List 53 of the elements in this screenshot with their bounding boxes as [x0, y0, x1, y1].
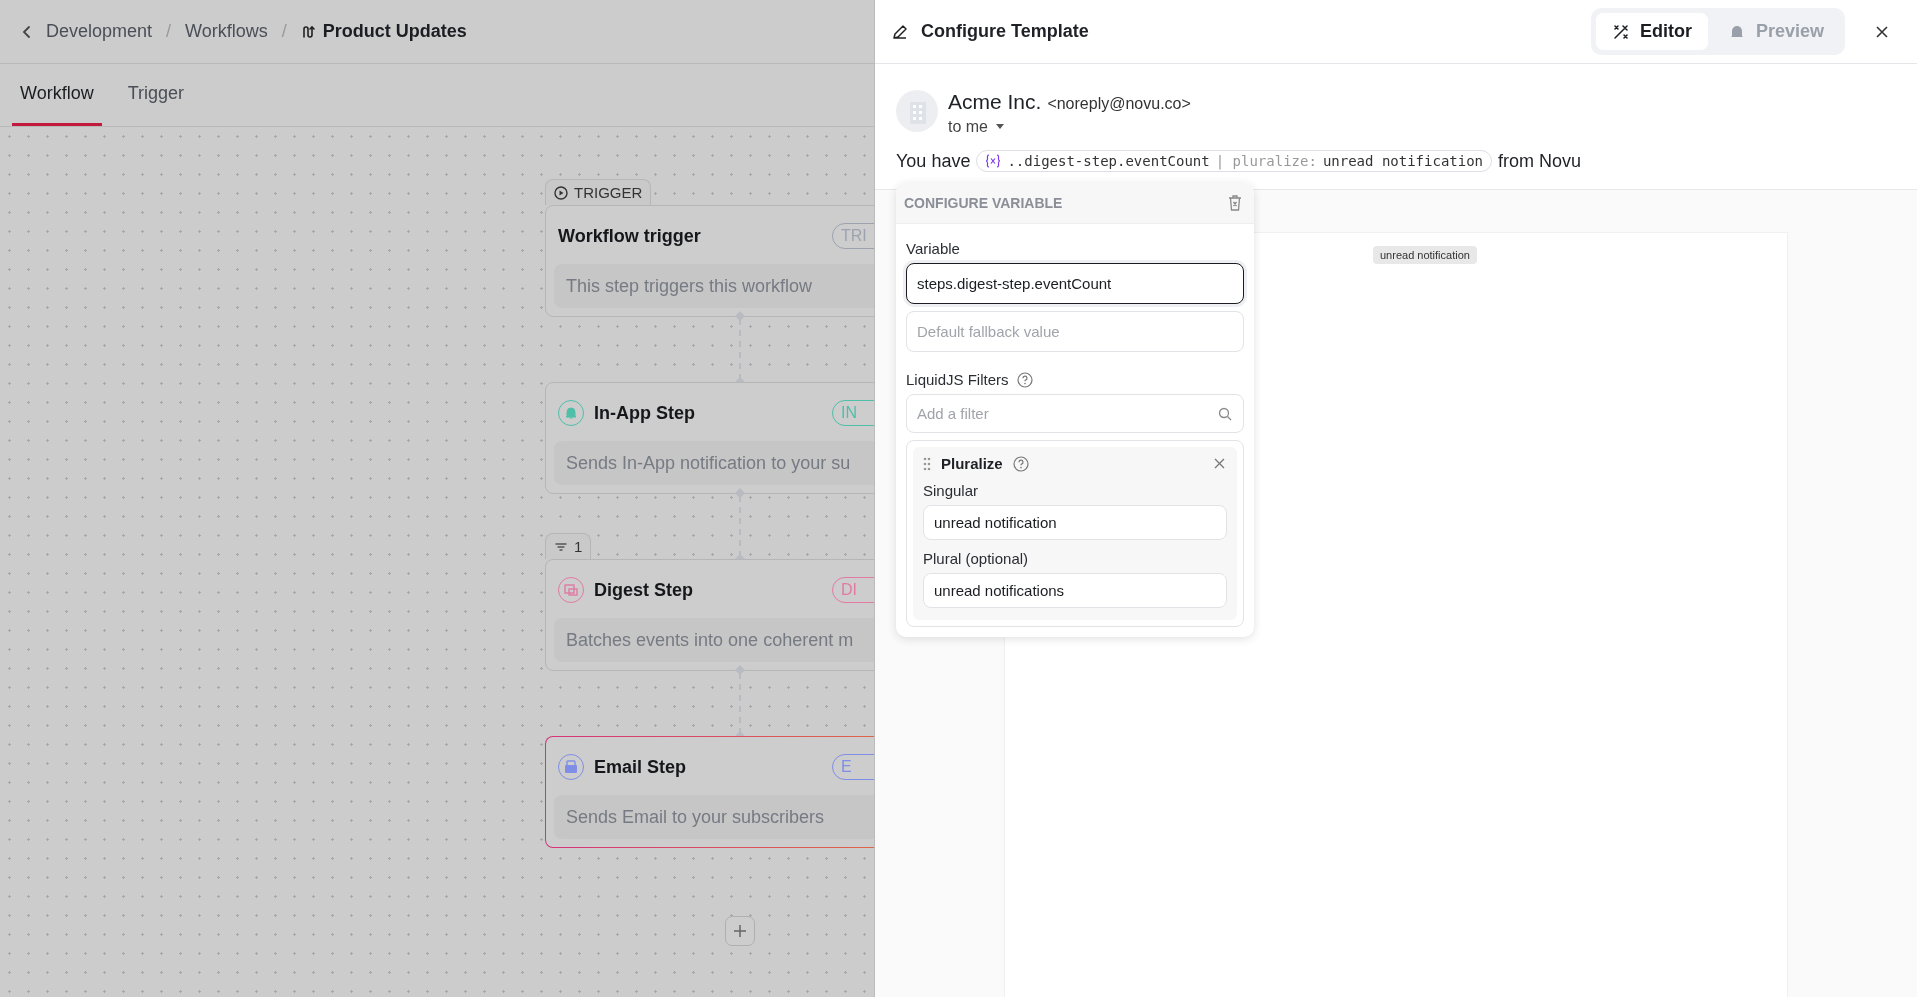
remove-filter-icon[interactable]: [1212, 456, 1227, 471]
step-node[interactable]: In-App Step IN Sends In-App notification to your su: [545, 382, 874, 494]
fallback-input[interactable]: Default fallback value: [906, 311, 1244, 352]
breadcrumb-link[interactable]: Development: [46, 21, 153, 42]
step-title: Digest Step: [594, 579, 694, 601]
help-icon[interactable]: [1012, 455, 1029, 472]
field-label: Singular: [923, 482, 980, 499]
step-title: Email Step: [594, 756, 687, 778]
plus-icon: [733, 924, 747, 938]
tag-label: 1: [574, 538, 583, 555]
filter-argument-input[interactable]: unread notifications: [923, 573, 1227, 608]
step-description: Batches events into one coherent m: [554, 618, 874, 662]
breadcrumb-link[interactable]: Workflows: [185, 21, 268, 42]
caret-icon: [996, 124, 1004, 130]
help-icon[interactable]: [1016, 371, 1033, 388]
tab[interactable]: Trigger: [119, 64, 193, 126]
variable-input[interactable]: steps.digest-step.eventCount: [906, 263, 1244, 304]
workflow-icon: [300, 23, 317, 40]
magic-wand-icon: [1611, 22, 1630, 41]
play-icon: [554, 185, 568, 200]
tooltip: unread notification: [1373, 246, 1477, 264]
step-title: In-App Step: [594, 402, 695, 424]
popover-title: CONFIGURE VARIABLE: [904, 195, 1063, 211]
filter-search-field[interactable]: Add a filter: [906, 394, 1244, 433]
step-node[interactable]: Digest Step DI Batches events into one coherent m: [545, 559, 874, 671]
breadcrumb-separator: /: [281, 21, 287, 42]
delete-icon[interactable]: [1228, 195, 1242, 211]
step-node[interactable]: Email Step E Sends Email to your subscribers: [545, 736, 874, 848]
filter-argument-input[interactable]: unread notification: [923, 505, 1227, 540]
filter-name: Pluralize: [941, 455, 1003, 472]
subject-text: You have: [896, 150, 971, 172]
panel-title: Configure Template: [921, 21, 1090, 42]
field-label: Variable: [906, 240, 961, 257]
step-description: Sends Email to your subscribers: [554, 795, 874, 839]
subject-text: from Novu: [1498, 150, 1582, 172]
avatar-icon: [896, 90, 938, 132]
field-label: Plural (optional): [923, 550, 1030, 567]
variable-icon: [985, 154, 1002, 168]
field-label: LiquidJS Filters: [906, 371, 1009, 388]
add-step-button[interactable]: [725, 916, 755, 946]
drag-handle-icon[interactable]: [923, 456, 931, 471]
breadcrumb-link[interactable]: Product Updates: [322, 21, 467, 42]
step-title: Workflow trigger: [558, 225, 701, 247]
sender-email: <noreply@novu.co>: [1047, 95, 1191, 113]
sender-name: Acme Inc.: [948, 90, 1042, 114]
recipient-dropdown[interactable]: to me: [948, 114, 1004, 136]
tag-label: TRIGGER: [574, 184, 643, 201]
search-icon: [1218, 406, 1232, 421]
step-description: Sends In-App notification to your su: [554, 441, 874, 485]
mode-tab[interactable]: Editor: [1595, 13, 1708, 50]
pencil-icon: [891, 22, 909, 41]
step-description: This step triggers this workflow: [554, 264, 874, 308]
breadcrumb-separator: /: [166, 21, 172, 42]
